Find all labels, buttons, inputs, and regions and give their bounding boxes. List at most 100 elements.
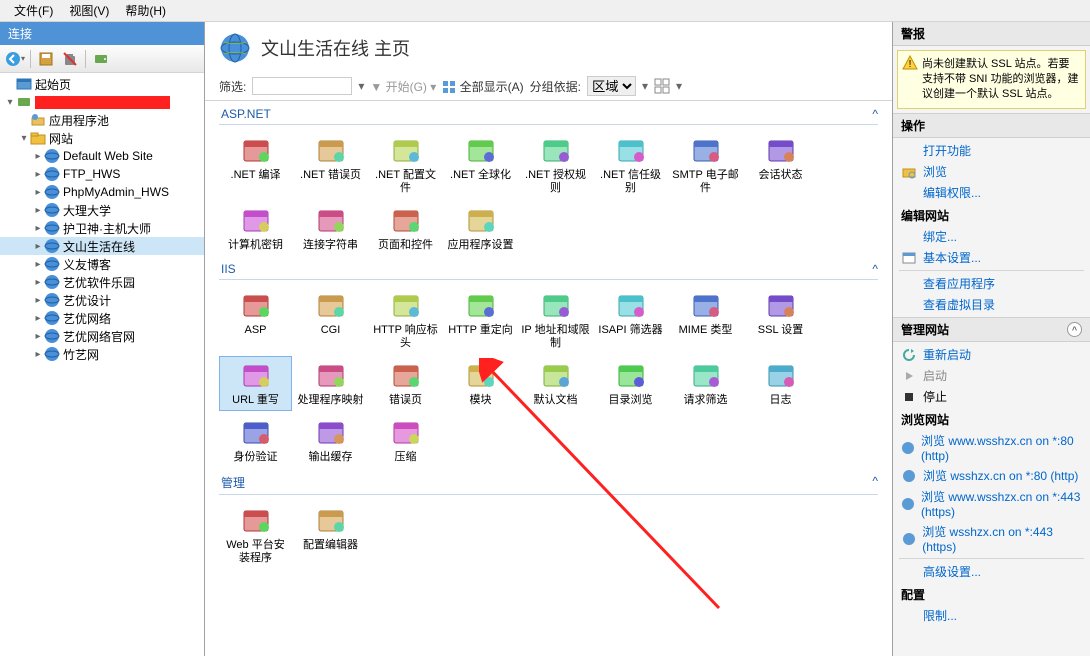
feature-item[interactable]: ISAPI 筛选器 bbox=[594, 286, 667, 354]
feature-label: .NET 配置文件 bbox=[371, 169, 440, 195]
feature-label: IP 地址和域限制 bbox=[521, 324, 590, 350]
action-stop[interactable]: 停止 bbox=[893, 386, 1090, 407]
feature-item[interactable]: 应用程序设置 bbox=[444, 201, 517, 256]
feature-icon bbox=[765, 360, 797, 392]
feature-item[interactable]: 默认文档 bbox=[519, 356, 592, 411]
feature-item[interactable]: ASP bbox=[219, 286, 292, 354]
tree-site-item[interactable]: ▸FTP_HWS bbox=[0, 165, 204, 183]
feature-item[interactable]: 连接字符串 bbox=[294, 201, 367, 256]
action-browse-4[interactable]: 浏览 wsshzx.cn on *:443 (https) bbox=[893, 521, 1090, 556]
feature-item[interactable]: IP 地址和域限制 bbox=[519, 286, 592, 354]
show-all[interactable]: 全部显示(A) bbox=[442, 78, 523, 95]
feature-item[interactable]: SMTP 电子邮件 bbox=[669, 131, 742, 199]
action-browse-2[interactable]: 浏览 wsshzx.cn on *:80 (http) bbox=[893, 465, 1090, 486]
feature-view: ASP.NET^ .NET 编译.NET 错误页.NET 配置文件 .NET 全球… bbox=[205, 101, 892, 656]
svg-text:!: ! bbox=[909, 59, 912, 70]
tree-site-item[interactable]: ▸文山生活在线 bbox=[0, 237, 204, 255]
tree-site-item[interactable]: ▸护卫神·主机大师 bbox=[0, 219, 204, 237]
edit-site-label: 编辑网站 bbox=[893, 203, 1090, 226]
feature-item[interactable]: 处理程序映射 bbox=[294, 356, 367, 411]
delete-icon[interactable] bbox=[59, 48, 81, 70]
feature-icon bbox=[315, 205, 347, 237]
back-icon[interactable]: ▾ bbox=[4, 48, 26, 70]
feature-item[interactable]: 页面和控件 bbox=[369, 201, 442, 256]
action-browse-1[interactable]: 浏览 www.wsshzx.cn on *:80 (http) bbox=[893, 430, 1090, 465]
feature-item[interactable]: 配置编辑器 bbox=[294, 501, 367, 569]
feature-icon bbox=[390, 135, 422, 167]
tree-site-item[interactable]: ▸艺优网络官网 bbox=[0, 327, 204, 345]
feature-label: .NET 全球化 bbox=[450, 169, 511, 182]
action-advanced[interactable]: 高级设置... bbox=[893, 561, 1090, 582]
feature-item[interactable]: CGI bbox=[294, 286, 367, 354]
action-edit-perm[interactable]: 编辑权限... bbox=[893, 182, 1090, 203]
feature-item[interactable]: Web 平台安装程序 bbox=[219, 501, 292, 569]
feature-item[interactable]: .NET 编译 bbox=[219, 131, 292, 199]
feature-item[interactable]: MIME 类型 bbox=[669, 286, 742, 354]
action-restart[interactable]: 重新启动 bbox=[893, 344, 1090, 365]
feature-icon bbox=[315, 290, 347, 322]
tree-site-item[interactable]: ▸大理大学 bbox=[0, 201, 204, 219]
tree-site-item[interactable]: ▸Default Web Site bbox=[0, 147, 204, 165]
action-explore[interactable]: 浏览 bbox=[893, 161, 1090, 182]
tree-site-item[interactable]: ▸义友博客 bbox=[0, 255, 204, 273]
feature-item[interactable]: 错误页 bbox=[369, 356, 442, 411]
collapse-icon[interactable]: ^ bbox=[1067, 322, 1082, 337]
tree-site-item[interactable]: ▸竹艺网 bbox=[0, 345, 204, 363]
action-limits[interactable]: 限制... bbox=[893, 605, 1090, 626]
feature-item[interactable]: .NET 配置文件 bbox=[369, 131, 442, 199]
view-mode-icon[interactable] bbox=[654, 78, 670, 94]
tree-start-page[interactable]: 起始页 bbox=[0, 75, 204, 93]
tree-site-item[interactable]: ▸艺优设计 bbox=[0, 291, 204, 309]
page-title: 文山生活在线 主页 bbox=[261, 35, 410, 61]
feature-item[interactable]: .NET 授权规则 bbox=[519, 131, 592, 199]
feature-item[interactable]: 输出缓存 bbox=[294, 413, 367, 468]
feature-item[interactable]: .NET 全球化 bbox=[444, 131, 517, 199]
save-icon[interactable] bbox=[35, 48, 57, 70]
actions-panel: 警报 ! 尚未创建默认 SSL 站点。若要支持不带 SNI 功能的浏览器，建议创… bbox=[892, 22, 1090, 656]
tree-server[interactable]: ▾ bbox=[0, 93, 204, 111]
action-view-vdirs[interactable]: 查看虚拟目录 bbox=[893, 294, 1090, 315]
tree-site-item[interactable]: ▸PhpMyAdmin_HWS bbox=[0, 183, 204, 201]
feature-item[interactable]: 日志 bbox=[744, 356, 817, 411]
feature-item[interactable]: .NET 错误页 bbox=[294, 131, 367, 199]
menu-help[interactable]: 帮助(H) bbox=[117, 0, 174, 21]
feature-icon bbox=[465, 290, 497, 322]
feature-item[interactable]: .NET 信任级别 bbox=[594, 131, 667, 199]
tree-site-item[interactable]: ▸艺优软件乐园 bbox=[0, 273, 204, 291]
feature-item[interactable]: HTTP 响应标头 bbox=[369, 286, 442, 354]
feature-icon bbox=[240, 417, 272, 449]
feature-item[interactable]: 请求筛选 bbox=[669, 356, 742, 411]
group-aspnet[interactable]: ASP.NET^ bbox=[219, 101, 878, 125]
group-by-select[interactable]: 区域 bbox=[587, 76, 636, 96]
menu-view[interactable]: 视图(V) bbox=[61, 0, 117, 21]
feature-item[interactable]: 目录浏览 bbox=[594, 356, 667, 411]
globe-icon bbox=[219, 32, 251, 64]
feature-icon bbox=[765, 135, 797, 167]
group-iis[interactable]: IIS^ bbox=[219, 256, 878, 280]
menu-file[interactable]: 文件(F) bbox=[6, 0, 61, 21]
feature-item[interactable]: 身份验证 bbox=[219, 413, 292, 468]
action-basic[interactable]: 基本设置... bbox=[893, 247, 1090, 268]
feature-item[interactable]: 会话状态 bbox=[744, 131, 817, 199]
action-start: 启动 bbox=[893, 365, 1090, 386]
feature-icon bbox=[465, 360, 497, 392]
action-bindings[interactable]: 绑定... bbox=[893, 226, 1090, 247]
server-icon[interactable] bbox=[90, 48, 112, 70]
feature-item[interactable]: URL 重写 bbox=[219, 356, 292, 411]
feature-item[interactable]: 模块 bbox=[444, 356, 517, 411]
action-view-apps[interactable]: 查看应用程序 bbox=[893, 273, 1090, 294]
group-mgmt[interactable]: 管理^ bbox=[219, 468, 878, 495]
feature-item[interactable]: 压缩 bbox=[369, 413, 442, 468]
tree-site-item[interactable]: ▸艺优网络 bbox=[0, 309, 204, 327]
feature-label: HTTP 响应标头 bbox=[371, 324, 440, 350]
tree-app-pools[interactable]: 应用程序池 bbox=[0, 111, 204, 129]
feature-item[interactable]: SSL 设置 bbox=[744, 286, 817, 354]
feature-item[interactable]: HTTP 重定向 bbox=[444, 286, 517, 354]
action-open-feature[interactable]: 打开功能 bbox=[893, 140, 1090, 161]
feature-label: 会话状态 bbox=[759, 169, 803, 182]
feature-icon bbox=[240, 360, 272, 392]
tree-sites[interactable]: ▾ 网站 bbox=[0, 129, 204, 147]
feature-item[interactable]: 计算机密钥 bbox=[219, 201, 292, 256]
action-browse-3[interactable]: 浏览 www.wsshzx.cn on *:443 (https) bbox=[893, 486, 1090, 521]
filter-input[interactable] bbox=[252, 77, 352, 95]
